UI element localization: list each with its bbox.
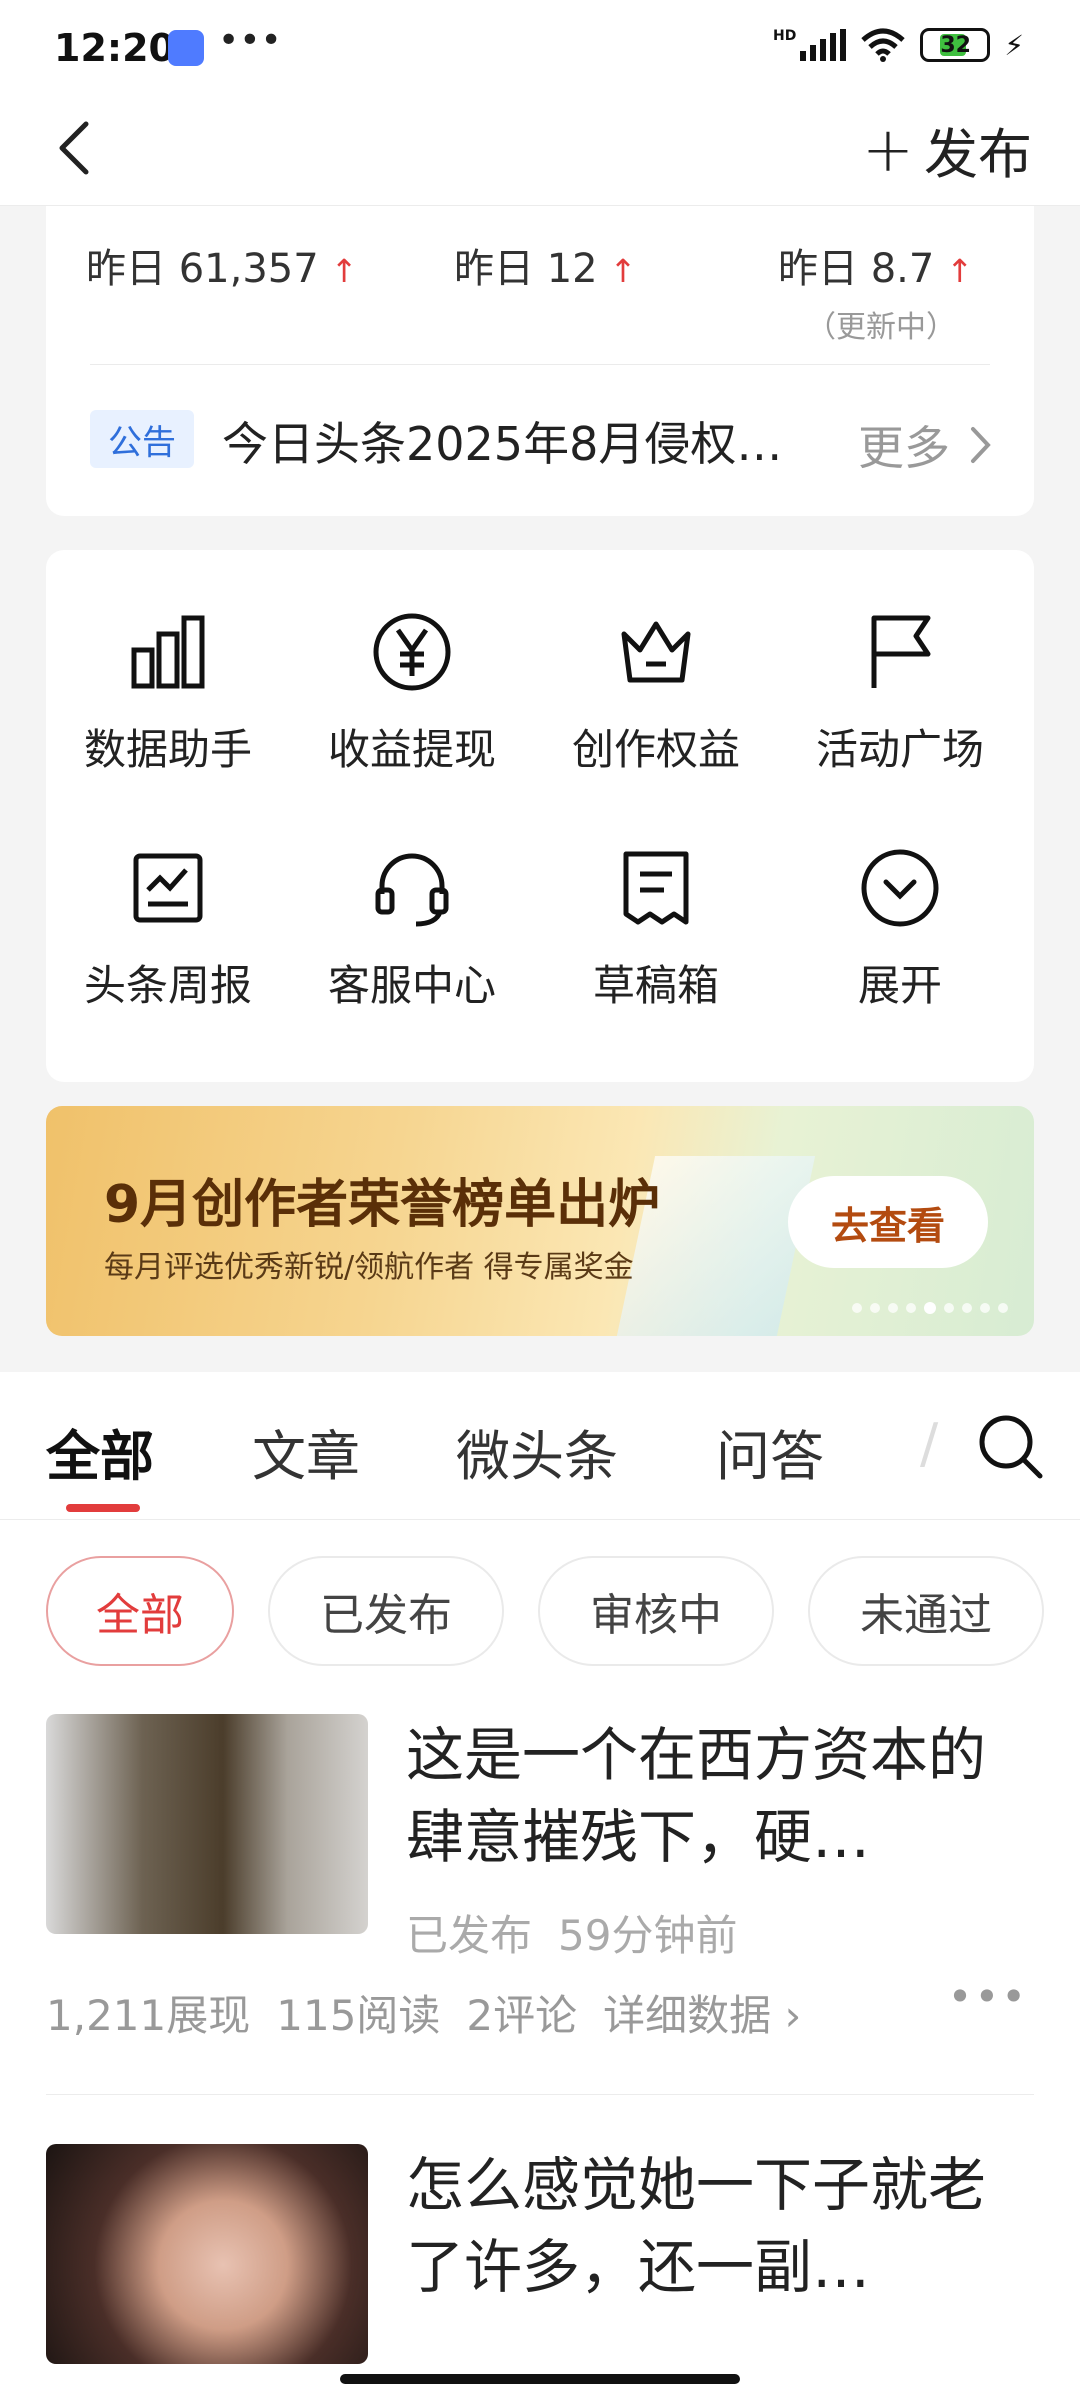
app-notification-icon [168, 30, 204, 66]
yen-icon [373, 613, 451, 691]
status-bar: 12:20 ••• HD 32 ⚡ [0, 0, 1080, 96]
report-icon [133, 853, 203, 923]
plus-icon: + [862, 113, 914, 186]
trend-up-icon: ↑ [946, 252, 974, 290]
active-tab-indicator [66, 1504, 140, 1512]
top-nav-bar: + 发布 [0, 96, 1080, 206]
tool-creator-rights[interactable]: 创作权益 [534, 610, 778, 777]
banner-view-button[interactable]: 去查看 [788, 1176, 988, 1268]
battery-icon: 32 [920, 28, 991, 62]
trend-up-icon: ↑ [330, 252, 358, 290]
notice-more-link[interactable]: 更多 [858, 412, 994, 478]
tab-overflow-fade: / [920, 1412, 939, 1475]
publish-button[interactable]: + 发布 [862, 110, 1032, 189]
promo-banner[interactable]: 9月创作者荣誉榜单出炉 每月评选优秀新锐/领航作者 得专属奖金 去查看 [46, 1106, 1034, 1336]
charging-icon: ⚡ [1004, 28, 1024, 62]
home-indicator[interactable] [340, 2374, 740, 2384]
filter-chip-published[interactable]: 已发布 [268, 1556, 504, 1666]
article-thumbnail[interactable] [46, 1714, 368, 1934]
filter-chip-rejected[interactable]: 未通过 [808, 1556, 1044, 1666]
content-tabs: 全部 文章 微头条 问答 / [0, 1372, 1080, 1520]
wifi-icon [861, 28, 905, 62]
article-title[interactable]: 怎么感觉她一下子就老了许多，还一副… [406, 2144, 1006, 2308]
trend-up-icon: ↑ [609, 252, 637, 290]
article-time: 59分钟前 [558, 1911, 738, 1960]
content-list-area: 全部 文章 微头条 问答 / 全部 已发布 审核中 未通过 这是一个在西方资本的… [0, 1372, 1080, 2400]
more-notifications-icon: ••• [218, 20, 282, 61]
article-detail-link[interactable]: 详细数据 › [603, 1991, 801, 2040]
signal-icon [800, 29, 847, 61]
article-meta: 已发布 59分钟前 [406, 1902, 737, 1963]
updating-note: （更新中） [806, 310, 956, 345]
tool-expand[interactable]: 展开 [778, 846, 1022, 1013]
tool-earnings[interactable]: 收益提现 [290, 610, 534, 777]
banner-title: 9月创作者荣誉榜单出炉 [104, 1175, 661, 1235]
article-stats: 1,211展现 115阅读 2评论 详细数据 › [46, 1982, 827, 2043]
banner-subtitle: 每月评选优秀新锐/领航作者 得专属奖金 [104, 1250, 634, 1285]
tools-grid: 数据助手 收益提现 创作权益 活动广场 头条周报 客服中心 草稿箱 展开 [46, 550, 1034, 1082]
stats-card: 昨日 61,357 ↑ 昨日 12 ↑ 昨日 8.7 ↑ （更新中） 公告 今日头条2… [46, 206, 1034, 516]
hd-label: HD [772, 28, 797, 44]
headset-icon [375, 853, 449, 927]
divider [46, 2094, 1034, 2095]
article-item[interactable]: 怎么感觉她一下子就老了许多，还一副… [46, 2144, 1034, 2394]
filter-chip-reviewing[interactable]: 审核中 [538, 1556, 774, 1666]
flag-icon [871, 615, 931, 688]
search-icon[interactable] [976, 1412, 1046, 1482]
stat-yesterday-2[interactable]: 昨日 12 ↑ [454, 236, 636, 294]
banner-pager [852, 1302, 1008, 1314]
article-thumbnail[interactable] [46, 2144, 368, 2364]
stat-yesterday-1[interactable]: 昨日 61,357 ↑ [86, 236, 358, 294]
filter-chip-all[interactable]: 全部 [46, 1556, 234, 1666]
back-arrow-icon[interactable] [46, 118, 106, 178]
expand-icon [861, 849, 939, 927]
draft-icon [623, 851, 689, 925]
publish-label: 发布 [924, 123, 1032, 186]
article-views: 1,211展现 [46, 1991, 251, 2040]
tool-activity-plaza[interactable]: 活动广场 [778, 610, 1022, 777]
tool-data-assistant[interactable]: 数据助手 [46, 610, 290, 777]
status-time: 12:20 [54, 26, 175, 70]
status-indicators: HD 32 ⚡ [773, 28, 1024, 62]
article-status: 已发布 [406, 1911, 533, 1960]
tab-articles[interactable]: 文章 [252, 1412, 360, 1491]
tool-weekly-report[interactable]: 头条周报 [46, 846, 290, 1013]
crown-icon [621, 621, 691, 683]
bar-chart-icon [131, 615, 205, 689]
stat-yesterday-3[interactable]: 昨日 8.7 ↑ [778, 236, 973, 294]
divider [90, 364, 990, 365]
article-reads: 115阅读 [276, 1991, 441, 2040]
tab-qa[interactable]: 问答 [716, 1412, 824, 1491]
article-comments: 2评论 [466, 1991, 578, 2040]
article-title[interactable]: 这是一个在西方资本的肆意摧残下，硬… [406, 1714, 1006, 1878]
tool-customer-service[interactable]: 客服中心 [290, 846, 534, 1013]
notice-tag: 公告 [90, 410, 194, 468]
battery-level: 32 [940, 32, 971, 58]
article-more-icon[interactable]: ••• [948, 1972, 1028, 2021]
notice-text[interactable]: 今日头条2025年8月侵权… [222, 408, 812, 474]
article-item[interactable]: 这是一个在西方资本的肆意摧残下，硬… 已发布 59分钟前 1,211展现 115阅读… [46, 1714, 1034, 2114]
tab-all[interactable]: 全部 [46, 1412, 154, 1491]
tool-drafts[interactable]: 草稿箱 [534, 846, 778, 1013]
chevron-right-icon [971, 427, 991, 463]
tab-micro-posts[interactable]: 微头条 [456, 1412, 618, 1491]
